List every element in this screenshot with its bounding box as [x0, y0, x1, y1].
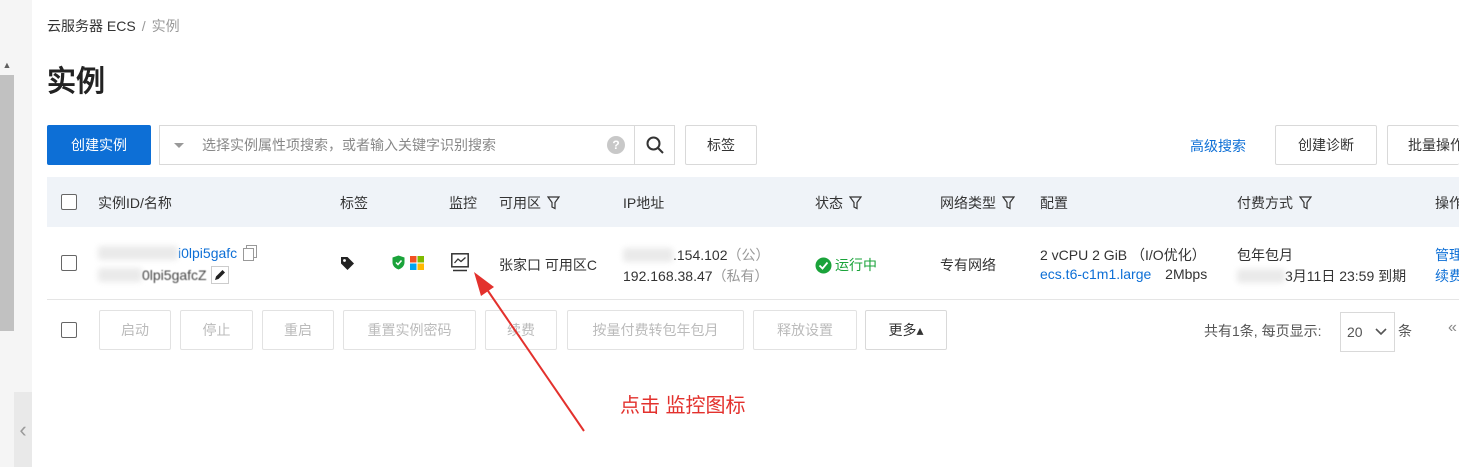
row-checkbox[interactable] — [61, 255, 77, 271]
column-actions: 操作 — [1435, 195, 1459, 211]
redacted-text — [98, 246, 178, 260]
redacted-text — [98, 268, 142, 282]
manage-link[interactable]: 管理 — [1435, 245, 1459, 265]
instance-name: 0lpi5gafcZ — [98, 266, 229, 284]
page-size-select[interactable]: 20 — [1340, 312, 1395, 352]
zone-text: 张家口 可用区C — [499, 257, 597, 273]
column-network-label: 网络类型 — [940, 195, 996, 211]
tag-icon[interactable] — [340, 256, 355, 271]
advanced-search-link[interactable]: 高级搜索 — [1190, 136, 1246, 156]
page-size-value: 20 — [1347, 324, 1363, 340]
create-diagnosis-button[interactable]: 创建诊断 — [1275, 125, 1377, 165]
private-ip-text: 192.168.38.47 — [623, 268, 713, 284]
breadcrumb: 云服务器 ECS / 实例 — [47, 16, 180, 36]
column-status-label: 状态 — [815, 195, 843, 211]
create-instance-button[interactable]: 创建实例 — [47, 125, 151, 165]
private-ip: 192.168.38.47（私有） — [623, 266, 769, 286]
public-ip: .154.102 （公） — [623, 245, 770, 265]
annotation-label: 点击 监控图标 — [620, 395, 746, 417]
check-circle-icon — [815, 257, 832, 273]
column-monitor: 监控 — [449, 195, 477, 211]
search-box: ? — [159, 125, 635, 165]
edit-pencil-icon[interactable] — [210, 266, 229, 284]
tags-button[interactable]: 标签 — [685, 125, 757, 165]
filter-icon[interactable] — [1002, 196, 1015, 210]
column-tags: 标签 — [340, 195, 368, 211]
public-ip-tag: （公） — [727, 247, 770, 263]
page-title: 实例 — [47, 66, 106, 98]
renew-button[interactable]: 续费 — [485, 310, 557, 350]
expire-time-text: 3月11日 23:59 到期 — [1285, 268, 1407, 284]
redacted-text — [1237, 269, 1285, 283]
filter-icon[interactable] — [849, 196, 862, 210]
column-ip: IP地址 — [623, 195, 665, 211]
search-input[interactable] — [200, 136, 607, 154]
search-icon — [646, 136, 664, 154]
instance-type-link[interactable]: ecs.t6-c1m1.large — [1040, 266, 1151, 282]
billing-type: 包年包月 — [1237, 247, 1293, 263]
start-button[interactable]: 启动 — [99, 310, 171, 350]
status-badge: 运行中 — [815, 255, 877, 275]
column-billing: 付费方式 — [1237, 193, 1312, 213]
column-zone-label: 可用区 — [499, 195, 541, 211]
search-button[interactable] — [634, 125, 675, 165]
stop-button[interactable]: 停止 — [180, 310, 253, 350]
footer-select-all-checkbox[interactable] — [61, 322, 77, 338]
breadcrumb-current: 实例 — [151, 18, 180, 34]
column-network-type: 网络类型 — [940, 193, 1015, 213]
monitor-chart-icon[interactable] — [451, 253, 469, 272]
column-status: 状态 — [815, 193, 862, 213]
instance-name-text: 0lpi5gafcZ — [142, 267, 207, 283]
redacted-text — [623, 248, 673, 262]
copy-icon[interactable] — [243, 245, 258, 261]
windows-os-icon — [410, 256, 424, 270]
table-row: i0lpi5gafc 0lpi5gafcZ 张家口 可用区C .154.102 … — [47, 227, 1459, 300]
breadcrumb-separator: / — [141, 18, 146, 34]
renew-link[interactable]: 续费 — [1435, 266, 1459, 286]
help-icon[interactable]: ? — [607, 136, 625, 154]
config-type: ecs.t6-c1m1.large 2Mbps — [1040, 266, 1207, 282]
expire-time: 3月11日 23:59 到期 — [1237, 266, 1406, 286]
instance-id-link[interactable]: i0lpi5gafc — [178, 245, 237, 261]
scroll-up-arrow-icon[interactable]: ▲ — [0, 58, 14, 72]
column-instance-id: 实例ID/名称 — [98, 195, 172, 211]
config-spec: 2 vCPU 2 GiB （I/O优化） — [1040, 247, 1206, 263]
instance-id: i0lpi5gafc — [98, 245, 258, 261]
status-text: 运行中 — [835, 257, 877, 273]
table-header: 实例ID/名称 标签 监控 可用区 IP地址 状态 网络类型 配置 付费方式 操… — [47, 177, 1459, 227]
reset-password-button[interactable]: 重置实例密码 — [343, 310, 476, 350]
first-page-icon[interactable]: « — [1448, 319, 1457, 337]
search-dropdown-caret-icon[interactable] — [174, 142, 184, 148]
release-settings-button[interactable]: 释放设置 — [753, 310, 857, 350]
convert-billing-button[interactable]: 按量付费转包年包月 — [567, 310, 744, 350]
filter-icon[interactable] — [547, 196, 560, 210]
breadcrumb-root[interactable]: 云服务器 ECS — [47, 18, 136, 34]
column-zone: 可用区 — [499, 193, 560, 213]
scrollbar-thumb[interactable] — [0, 75, 14, 331]
page-size-unit: 条 — [1398, 323, 1412, 339]
public-ip-text: .154.102 — [673, 247, 728, 263]
restart-button[interactable]: 重启 — [262, 310, 334, 350]
chevron-down-icon — [1375, 328, 1387, 336]
collapse-panel-chevron-icon[interactable]: ‹ — [14, 392, 32, 467]
network-type-text: 专有网络 — [940, 257, 996, 273]
column-billing-label: 付费方式 — [1237, 195, 1293, 211]
bandwidth-text: 2Mbps — [1165, 266, 1208, 282]
pagination-total: 共有1条, 每页显示: — [1204, 323, 1322, 339]
more-button[interactable]: 更多▴ — [865, 310, 947, 350]
column-config: 配置 — [1040, 195, 1068, 211]
filter-icon[interactable] — [1299, 196, 1312, 210]
private-ip-tag: （私有） — [712, 268, 769, 284]
security-shield-icon[interactable] — [392, 255, 405, 270]
select-all-checkbox[interactable] — [61, 194, 77, 210]
batch-operations-button[interactable]: 批量操作 — [1387, 125, 1459, 165]
